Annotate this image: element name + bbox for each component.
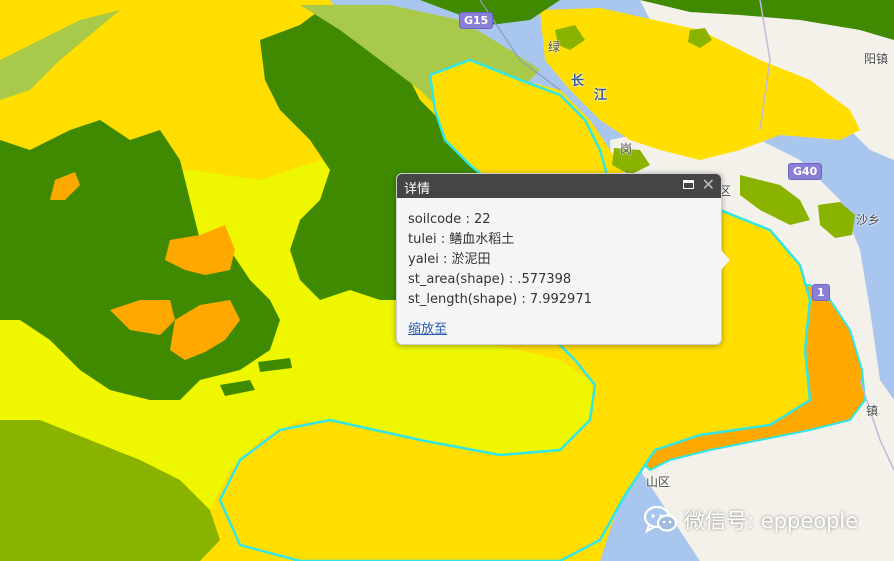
place-label-partial: 岗 xyxy=(620,142,633,156)
field-value-soilcode: 22 xyxy=(473,212,491,227)
town-label-lv: 绿 xyxy=(548,40,561,54)
river-label-jiang: 江 xyxy=(594,88,608,103)
field-separator: : xyxy=(461,212,474,227)
field-separator: : xyxy=(436,232,450,247)
field-row-st-length: st_length(shape) : 7.992971 xyxy=(408,290,710,310)
field-key-yalei: yalei xyxy=(408,252,439,267)
field-key-tulei: tulei xyxy=(408,232,437,247)
district-label-shanqu: 山区 xyxy=(646,475,671,489)
highway-shield-g15: G15 xyxy=(459,12,494,29)
field-value-tulei: 鳝血水稻土 xyxy=(449,232,515,247)
field-row-yalei: yalei : 淤泥田 xyxy=(408,250,710,270)
field-key-soilcode: soilcode xyxy=(408,212,462,227)
watermark: 微信号: eppeople xyxy=(644,504,858,536)
field-value-st-area: .577398 xyxy=(517,272,572,287)
popup-body: soilcode : 22 tulei : 鳝血水稻土 yalei : 淤泥田 … xyxy=(397,198,721,337)
river-label-chang: 长 xyxy=(571,74,585,89)
wechat-icon xyxy=(644,506,678,534)
close-icon[interactable]: ✕ xyxy=(702,176,715,194)
field-key-st-area: st_area(shape) xyxy=(408,272,505,287)
field-key-st-length: st_length(shape) xyxy=(408,292,518,307)
field-value-st-length: 7.992971 xyxy=(529,292,592,307)
popup-title: 详情 xyxy=(404,182,431,197)
field-value-yalei: 淤泥田 xyxy=(451,252,491,267)
town-label-zhen: 镇 xyxy=(866,404,879,418)
highway-shield-partial: 1 xyxy=(812,284,830,301)
town-label-yangzhen: 阳镇 xyxy=(864,52,889,66)
field-row-soilcode: soilcode : 22 xyxy=(408,210,710,230)
field-separator: : xyxy=(517,292,530,307)
feature-details-popup: 详情 ✕ soilcode : 22 tulei : 鳝血水稻土 yalei :… xyxy=(396,173,730,345)
field-row-st-area: st_area(shape) : .577398 xyxy=(408,270,710,290)
field-row-tulei: tulei : 鳝血水稻土 xyxy=(408,230,710,250)
town-label-shaxiang: 沙乡 xyxy=(856,213,881,227)
popup-pointer xyxy=(721,250,730,270)
map-view[interactable]: G15 G40 1 绿 阳镇 沙乡 镇 区 山区 岗 长 江 详情 ✕ soil… xyxy=(0,0,894,561)
field-separator: : xyxy=(504,272,518,287)
watermark-text: 微信号: eppeople xyxy=(684,509,859,533)
maximize-icon[interactable] xyxy=(683,180,694,189)
zoom-to-link[interactable]: 缩放至 xyxy=(408,318,447,337)
field-separator: : xyxy=(438,252,452,267)
highway-shield-g40: G40 xyxy=(788,163,823,180)
popup-titlebar[interactable]: 详情 ✕ xyxy=(397,174,721,198)
